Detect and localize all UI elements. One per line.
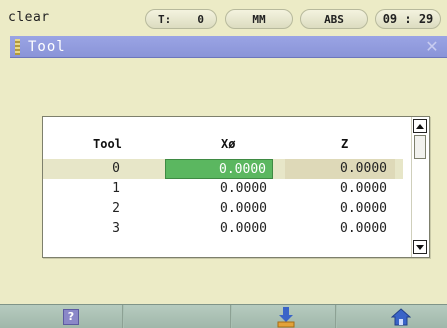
softkey-help[interactable]: ? bbox=[0, 305, 123, 328]
clock: 09 : 29 bbox=[375, 9, 441, 29]
status-message: clear bbox=[8, 10, 50, 25]
scroll-down-button[interactable] bbox=[413, 240, 427, 254]
cell-x-input[interactable]: 0.0000 bbox=[165, 159, 273, 179]
softkey-import[interactable] bbox=[232, 305, 336, 328]
tool-indicator-label: T: bbox=[158, 12, 172, 26]
window-title: Tool bbox=[28, 39, 66, 55]
unit-indicator-label: MM bbox=[252, 12, 266, 26]
mode-indicator-label: ABS bbox=[324, 12, 344, 26]
mode-indicator: ABS bbox=[300, 9, 368, 29]
cell-z[interactable]: 0.0000 bbox=[285, 219, 395, 239]
softkey-blank[interactable] bbox=[124, 305, 231, 328]
grip-icon bbox=[15, 39, 20, 55]
softkey-bar: ? bbox=[0, 304, 447, 328]
scroll-up-button[interactable] bbox=[413, 119, 427, 133]
column-header-z: Z bbox=[341, 137, 349, 151]
cell-tool: 2 bbox=[112, 201, 120, 216]
softkey-home[interactable] bbox=[337, 305, 447, 328]
scrollbar-thumb[interactable] bbox=[414, 135, 426, 159]
cell-z[interactable]: 0.0000 bbox=[285, 199, 395, 219]
help-icon: ? bbox=[63, 309, 79, 325]
tool-indicator: T: 0 bbox=[145, 9, 217, 29]
clock-time: 09 : 29 bbox=[382, 12, 434, 26]
cell-z[interactable]: 0.0000 bbox=[285, 179, 395, 199]
window-titlebar: Tool ✕ bbox=[10, 36, 447, 58]
home-icon bbox=[391, 308, 411, 326]
table-row[interactable]: 0 0.0000 0.0000 bbox=[43, 159, 403, 179]
tool-indicator-value: 0 bbox=[197, 12, 204, 26]
cell-tool: 0 bbox=[112, 161, 120, 176]
cell-x[interactable]: 0.0000 bbox=[165, 179, 273, 199]
arrow-down-icon bbox=[416, 244, 424, 250]
cell-z[interactable]: 0.0000 bbox=[285, 159, 395, 179]
table-row[interactable]: 2 0.0000 0.0000 bbox=[43, 199, 403, 219]
column-header-tool: Tool bbox=[93, 137, 122, 151]
cell-x[interactable]: 0.0000 bbox=[165, 199, 273, 219]
cell-tool: 1 bbox=[112, 181, 120, 196]
status-bar: clear T: 0 MM ABS 09 : 29 bbox=[0, 0, 447, 36]
cell-tool: 3 bbox=[112, 221, 120, 236]
import-icon bbox=[277, 307, 295, 328]
tool-table: Tool Xø Z 0 0.0000 0.0000 1 0.0000 0.000… bbox=[42, 116, 430, 258]
arrow-up-icon bbox=[416, 123, 424, 129]
cell-x[interactable]: 0.0000 bbox=[165, 219, 273, 239]
unit-indicator: MM bbox=[225, 9, 293, 29]
table-row[interactable]: 3 0.0000 0.0000 bbox=[43, 219, 403, 239]
close-icon[interactable]: ✕ bbox=[423, 38, 441, 56]
column-header-x-diameter: Xø bbox=[221, 137, 236, 151]
table-row[interactable]: 1 0.0000 0.0000 bbox=[43, 179, 403, 199]
